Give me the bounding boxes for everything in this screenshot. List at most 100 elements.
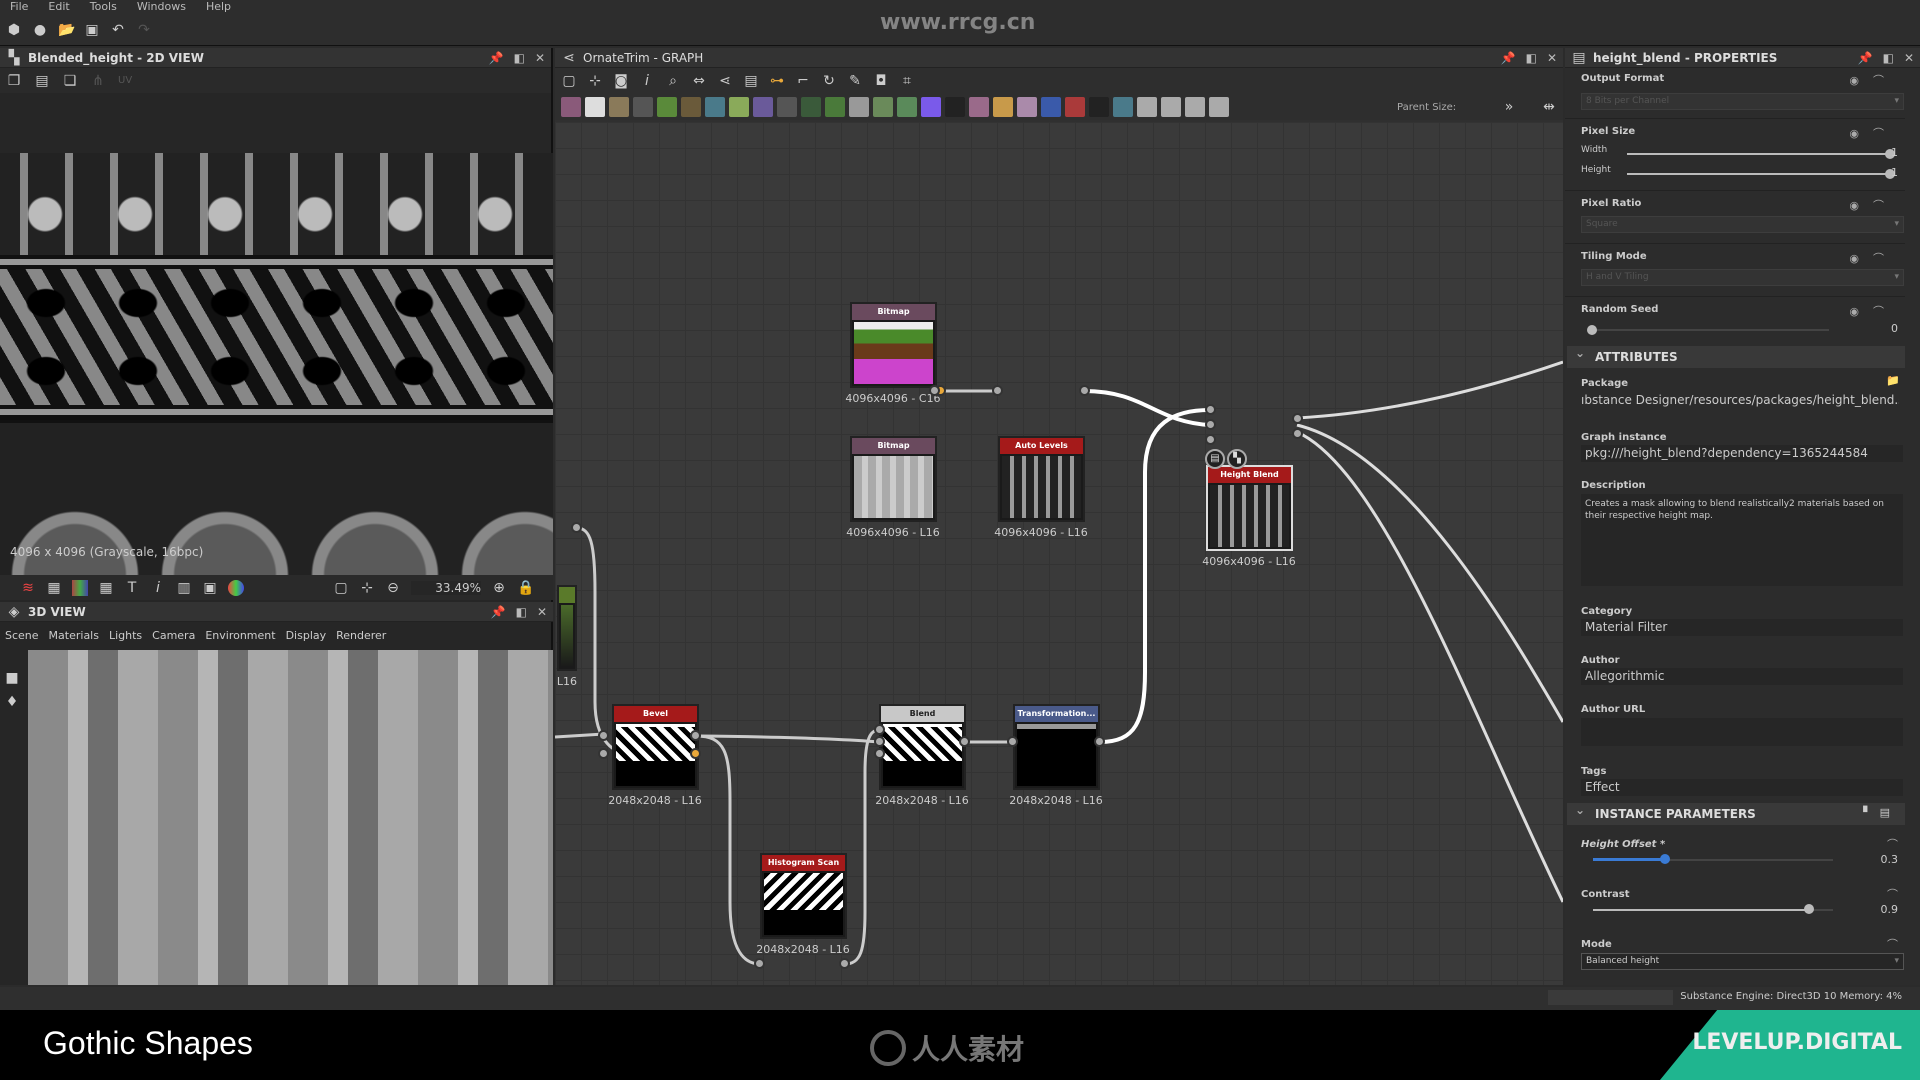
redo-icon[interactable]: ↷ [136, 22, 152, 38]
graph-node[interactable]: Auto Levels [998, 436, 1085, 522]
transparency-icon[interactable]: ▦ [46, 580, 62, 596]
maximize-icon[interactable]: ◧ [514, 51, 525, 65]
zoom-out-icon[interactable]: ⊖ [385, 580, 401, 596]
pin-icon[interactable]: 📌 [489, 51, 504, 65]
menu-edit[interactable]: Edit [38, 0, 79, 15]
snapshot-icon[interactable]: ◙ [613, 73, 629, 89]
save-image-icon[interactable]: ▤ [34, 73, 50, 89]
graph-node[interactable]: Height Blend [1206, 465, 1293, 551]
zoom-in-icon[interactable]: ⊕ [491, 580, 507, 596]
attributes-section[interactable]: ATTRIBUTES [1567, 342, 1905, 368]
connector-icon[interactable]: ⌐ [795, 73, 811, 89]
histogram-icon[interactable]: ▥ [176, 580, 192, 596]
atom-node-button[interactable] [1041, 97, 1061, 117]
menu-help[interactable]: Help [196, 0, 241, 15]
atom-node-button[interactable] [1089, 97, 1109, 117]
frame-node-icon[interactable]: ▤ [743, 73, 759, 89]
instance-parameters-section[interactable]: INSTANCE PARAMETERS [1567, 799, 1905, 825]
random-seed-handle[interactable] [1587, 325, 1597, 335]
graph-node[interactable]: Transformation... [1013, 704, 1100, 790]
inherit-icons[interactable]: ◉⌒ [1849, 250, 1898, 266]
node-port[interactable] [1292, 428, 1303, 439]
graph-node[interactable]: Bevel [612, 704, 699, 790]
node-port[interactable] [874, 736, 885, 747]
contrast-handle[interactable] [1804, 904, 1814, 914]
atom-node-button[interactable] [753, 97, 773, 117]
view3d-menu-lights[interactable]: Lights [109, 629, 142, 642]
uv-dropdown[interactable]: UV [118, 75, 132, 86]
node-port[interactable] [571, 522, 582, 533]
graph-node[interactable] [557, 585, 577, 671]
duplicate-icon[interactable]: ❏ [62, 73, 78, 89]
pin-icon[interactable]: 📌 [1501, 51, 1516, 65]
atom-node-button[interactable] [777, 97, 797, 117]
maximize-icon[interactable]: ◧ [516, 605, 527, 619]
crop-icon[interactable]: ⌗ [899, 73, 915, 89]
pixel-ratio-dropdown[interactable]: Square [1581, 216, 1904, 233]
node-port[interactable] [959, 736, 970, 747]
contrast-value[interactable]: 0.9 [1881, 903, 1899, 916]
mode-dropdown[interactable]: Balanced height [1581, 953, 1904, 970]
atom-node-button[interactable] [825, 97, 845, 117]
atom-node-button[interactable] [681, 97, 701, 117]
output-format-dropdown[interactable]: 8 Bits per Channel [1581, 93, 1904, 110]
close-icon[interactable]: ✕ [537, 605, 547, 619]
inherit-icons[interactable]: ◉⌒ [1849, 197, 1898, 213]
new-package-icon[interactable]: ⬢ [6, 22, 22, 38]
atom-node-button[interactable] [1137, 97, 1157, 117]
node-port[interactable] [874, 748, 885, 759]
atom-node-button[interactable] [1065, 97, 1085, 117]
graph-node[interactable]: Histogram Scan [760, 853, 847, 939]
view3d-menu-camera[interactable]: Camera [152, 629, 195, 642]
search-icon[interactable]: ⌕ [665, 73, 681, 89]
color-icon[interactable] [228, 579, 244, 596]
menu-windows[interactable]: Windows [127, 0, 196, 15]
node-port[interactable] [690, 730, 701, 741]
height-value[interactable]: 1 [1891, 166, 1898, 179]
tiling-icon[interactable]: T [124, 580, 140, 596]
menu-tools[interactable]: Tools [80, 0, 127, 15]
light-icon[interactable]: ♦ [4, 694, 20, 710]
node-port[interactable] [929, 385, 940, 396]
wrench-icon[interactable]: ✎ [847, 73, 863, 89]
atom-node-button[interactable] [1185, 97, 1205, 117]
atom-node-button[interactable] [561, 97, 581, 117]
pin-icon[interactable]: 📌 [1858, 51, 1873, 65]
pin-icon[interactable]: 📌 [491, 605, 506, 619]
close-icon[interactable]: ✕ [1904, 51, 1914, 65]
info-icon[interactable]: i [150, 580, 166, 596]
layers-icon[interactable]: ≋ [20, 580, 36, 596]
atom-node-button[interactable] [1209, 97, 1229, 117]
graph-canvas[interactable]: Bitmap 4096x4096 - C16 Bitmap 4096x4096 - L… [555, 122, 1563, 985]
random-seed-track[interactable] [1589, 329, 1829, 331]
atom-node-button[interactable] [849, 97, 869, 117]
reset-icon[interactable]: ⌒ [1887, 836, 1898, 852]
document-icon[interactable]: ▤ [1205, 449, 1225, 469]
node-port[interactable] [1007, 736, 1018, 747]
atom-node-button[interactable] [1017, 97, 1037, 117]
inherit-icons[interactable]: ◉⌒ [1849, 72, 1898, 88]
atom-node-button[interactable] [945, 97, 965, 117]
atom-node-button[interactable] [873, 97, 893, 117]
node-port[interactable] [1205, 434, 1216, 445]
preset-icons[interactable]: ▘▤ [1863, 806, 1898, 819]
tags-value[interactable]: Effect [1581, 779, 1903, 796]
zoom-level[interactable]: 33.49% [411, 580, 481, 595]
camera-icon[interactable]: ■ [4, 670, 20, 686]
save-icon[interactable]: ▣ [84, 22, 100, 38]
tiling-mode-dropdown[interactable]: H and V Tiling [1581, 269, 1904, 286]
info-icon[interactable]: i [639, 73, 655, 89]
node-port[interactable] [874, 724, 885, 735]
preview-icon[interactable]: ◘ [873, 73, 889, 89]
reset-icon[interactable]: ⌒ [1887, 936, 1898, 952]
node-port[interactable] [1292, 413, 1303, 424]
more-icon[interactable]: » [1501, 99, 1517, 115]
graph-node[interactable]: Bitmap [850, 436, 937, 522]
author-value[interactable]: Allegorithmic [1581, 668, 1903, 685]
atom-node-button[interactable] [897, 97, 917, 117]
view3d-menu-scene[interactable]: Scene [5, 629, 39, 642]
atom-node-button[interactable] [1161, 97, 1181, 117]
align-icon[interactable]: ⇔ [691, 73, 707, 89]
frame-icon[interactable]: ▢ [561, 73, 577, 89]
atom-node-button[interactable] [657, 97, 677, 117]
